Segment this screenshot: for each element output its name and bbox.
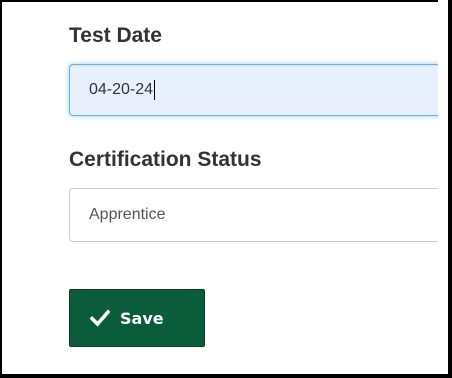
form-panel: Test Date 04-20-24 Certification Status …	[0, 0, 452, 378]
test-date-input[interactable]: 04-20-24	[69, 64, 449, 116]
text-cursor	[154, 80, 156, 100]
test-date-value: 04-20-24	[89, 81, 154, 98]
top-border	[0, 0, 452, 2]
right-border	[448, 0, 452, 378]
save-button-label: Save	[120, 308, 164, 328]
certification-status-input[interactable]: Apprentice	[69, 188, 449, 242]
check-icon	[89, 309, 111, 327]
save-button[interactable]: Save	[69, 289, 205, 347]
bottom-border	[0, 374, 452, 378]
certification-status-value: Apprentice	[89, 206, 166, 223]
certification-status-label: Certification Status	[69, 148, 262, 171]
test-date-label: Test Date	[69, 24, 162, 47]
